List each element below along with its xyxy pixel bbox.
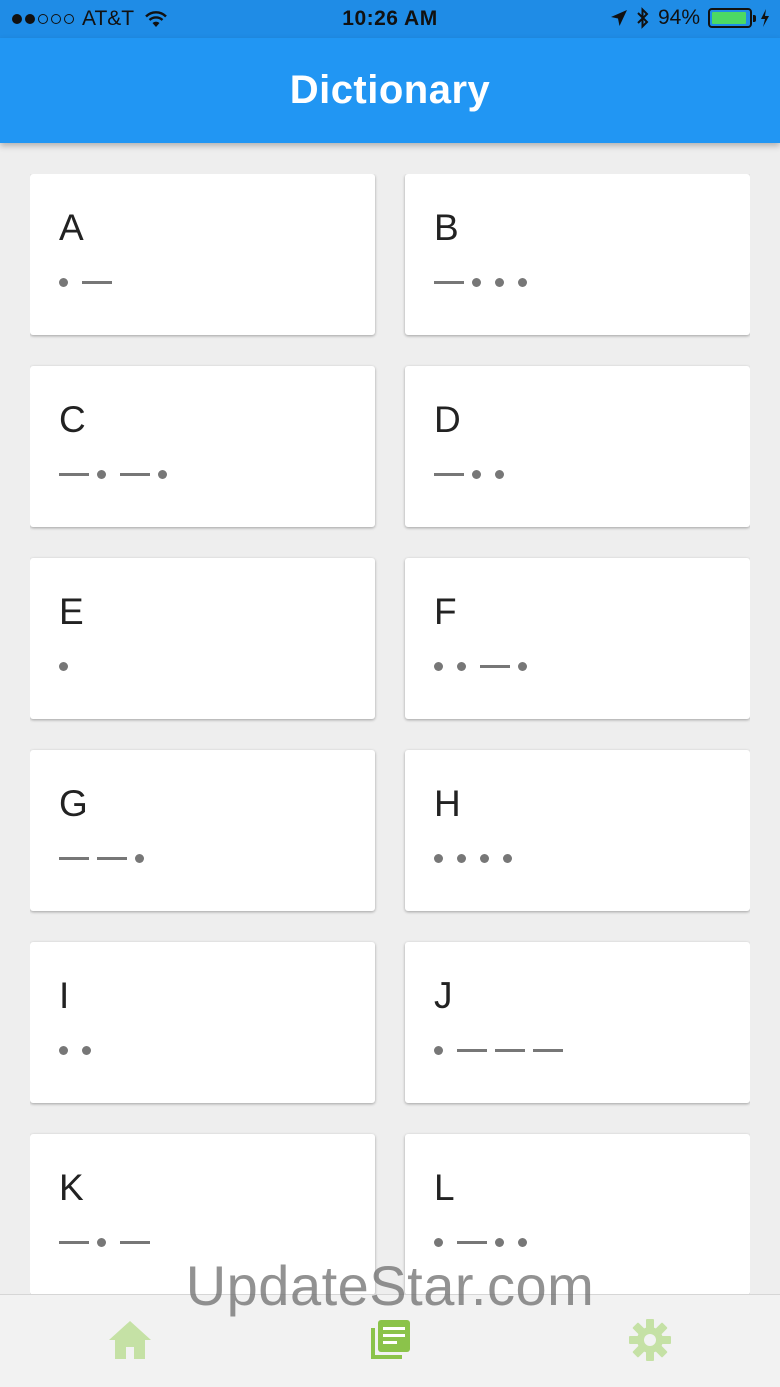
letter-card[interactable]: A xyxy=(30,174,375,335)
card-letter: E xyxy=(59,591,84,632)
morse-dash xyxy=(495,1048,525,1052)
app-bar: Dictionary xyxy=(0,38,780,143)
morse-dash xyxy=(533,1048,563,1052)
location-arrow-icon xyxy=(610,10,627,26)
morse-code xyxy=(59,846,158,870)
morse-dot xyxy=(480,853,489,863)
morse-code xyxy=(434,270,541,294)
card-letter: K xyxy=(59,1167,84,1208)
morse-code xyxy=(434,846,526,870)
morse-dot xyxy=(495,1237,504,1247)
morse-dash xyxy=(59,1240,89,1244)
morse-dash xyxy=(434,280,464,284)
status-bar: AT&T 10:26 AM 94% xyxy=(0,0,780,38)
letter-card[interactable]: B xyxy=(405,174,750,335)
morse-dot xyxy=(434,1045,443,1055)
morse-dot xyxy=(434,1237,443,1247)
morse-code xyxy=(434,1038,571,1062)
morse-dash xyxy=(480,664,510,668)
morse-code xyxy=(434,462,518,486)
morse-code xyxy=(59,1230,158,1254)
morse-dash xyxy=(59,472,89,476)
card-letter: A xyxy=(59,207,84,248)
card-letter: I xyxy=(59,975,70,1016)
morse-dash xyxy=(457,1240,487,1244)
letter-card[interactable]: G xyxy=(30,750,375,911)
morse-dash xyxy=(82,280,112,284)
morse-dash xyxy=(120,472,150,476)
card-letter: H xyxy=(434,783,461,824)
nav-settings-button[interactable] xyxy=(625,1315,675,1365)
morse-dash xyxy=(97,856,127,860)
home-icon xyxy=(109,1321,151,1359)
morse-dot xyxy=(495,469,504,479)
morse-dot xyxy=(135,853,144,863)
morse-dot xyxy=(82,1045,91,1055)
morse-code xyxy=(59,462,181,486)
morse-dot xyxy=(518,277,527,287)
morse-code xyxy=(434,1230,541,1254)
morse-dot xyxy=(518,1237,527,1247)
card-letter: F xyxy=(434,591,457,632)
letter-grid: A B C D E F G H I J K L xyxy=(30,174,750,1294)
morse-dot xyxy=(472,469,481,479)
card-letter: L xyxy=(434,1167,455,1208)
morse-dot xyxy=(518,661,527,671)
nav-home-button[interactable] xyxy=(105,1315,155,1365)
morse-dot xyxy=(434,853,443,863)
dictionary-icon xyxy=(371,1320,410,1359)
morse-dot xyxy=(472,277,481,287)
gear-icon xyxy=(629,1319,671,1361)
morse-dot xyxy=(97,1237,106,1247)
morse-dot xyxy=(59,1045,68,1055)
battery-icon xyxy=(708,8,756,28)
nav-dictionary-button[interactable] xyxy=(365,1315,415,1365)
letter-card[interactable]: C xyxy=(30,366,375,527)
bluetooth-icon xyxy=(637,7,649,29)
morse-dot xyxy=(97,469,106,479)
letter-card[interactable]: I xyxy=(30,942,375,1103)
card-letter: G xyxy=(59,783,88,824)
morse-dot xyxy=(457,853,466,863)
morse-dash xyxy=(59,856,89,860)
morse-dash xyxy=(120,1240,150,1244)
card-letter: J xyxy=(434,975,453,1016)
morse-dot xyxy=(158,469,167,479)
morse-dot xyxy=(457,661,466,671)
morse-dot xyxy=(59,277,68,287)
letter-card[interactable]: F xyxy=(405,558,750,719)
morse-dash xyxy=(457,1048,487,1052)
morse-code xyxy=(59,654,82,678)
letter-card[interactable]: H xyxy=(405,750,750,911)
charging-bolt-icon xyxy=(761,9,769,27)
watermark: UpdateStar.com xyxy=(185,1254,595,1317)
letter-card[interactable]: D xyxy=(405,366,750,527)
morse-dot xyxy=(59,661,68,671)
battery-percent: 94% xyxy=(657,6,700,29)
status-right: 94% xyxy=(610,6,770,30)
card-letter: B xyxy=(434,207,459,248)
card-letter: C xyxy=(59,399,86,440)
morse-code xyxy=(59,1038,105,1062)
morse-dash xyxy=(434,472,464,476)
page-title: Dictionary xyxy=(289,68,491,112)
morse-dot xyxy=(495,277,504,287)
morse-code xyxy=(59,270,120,294)
letter-card[interactable]: J xyxy=(405,942,750,1103)
morse-dot xyxy=(503,853,512,863)
card-letter: D xyxy=(434,399,461,440)
morse-code xyxy=(434,654,541,678)
letter-card[interactable]: E xyxy=(30,558,375,719)
morse-dot xyxy=(434,661,443,671)
